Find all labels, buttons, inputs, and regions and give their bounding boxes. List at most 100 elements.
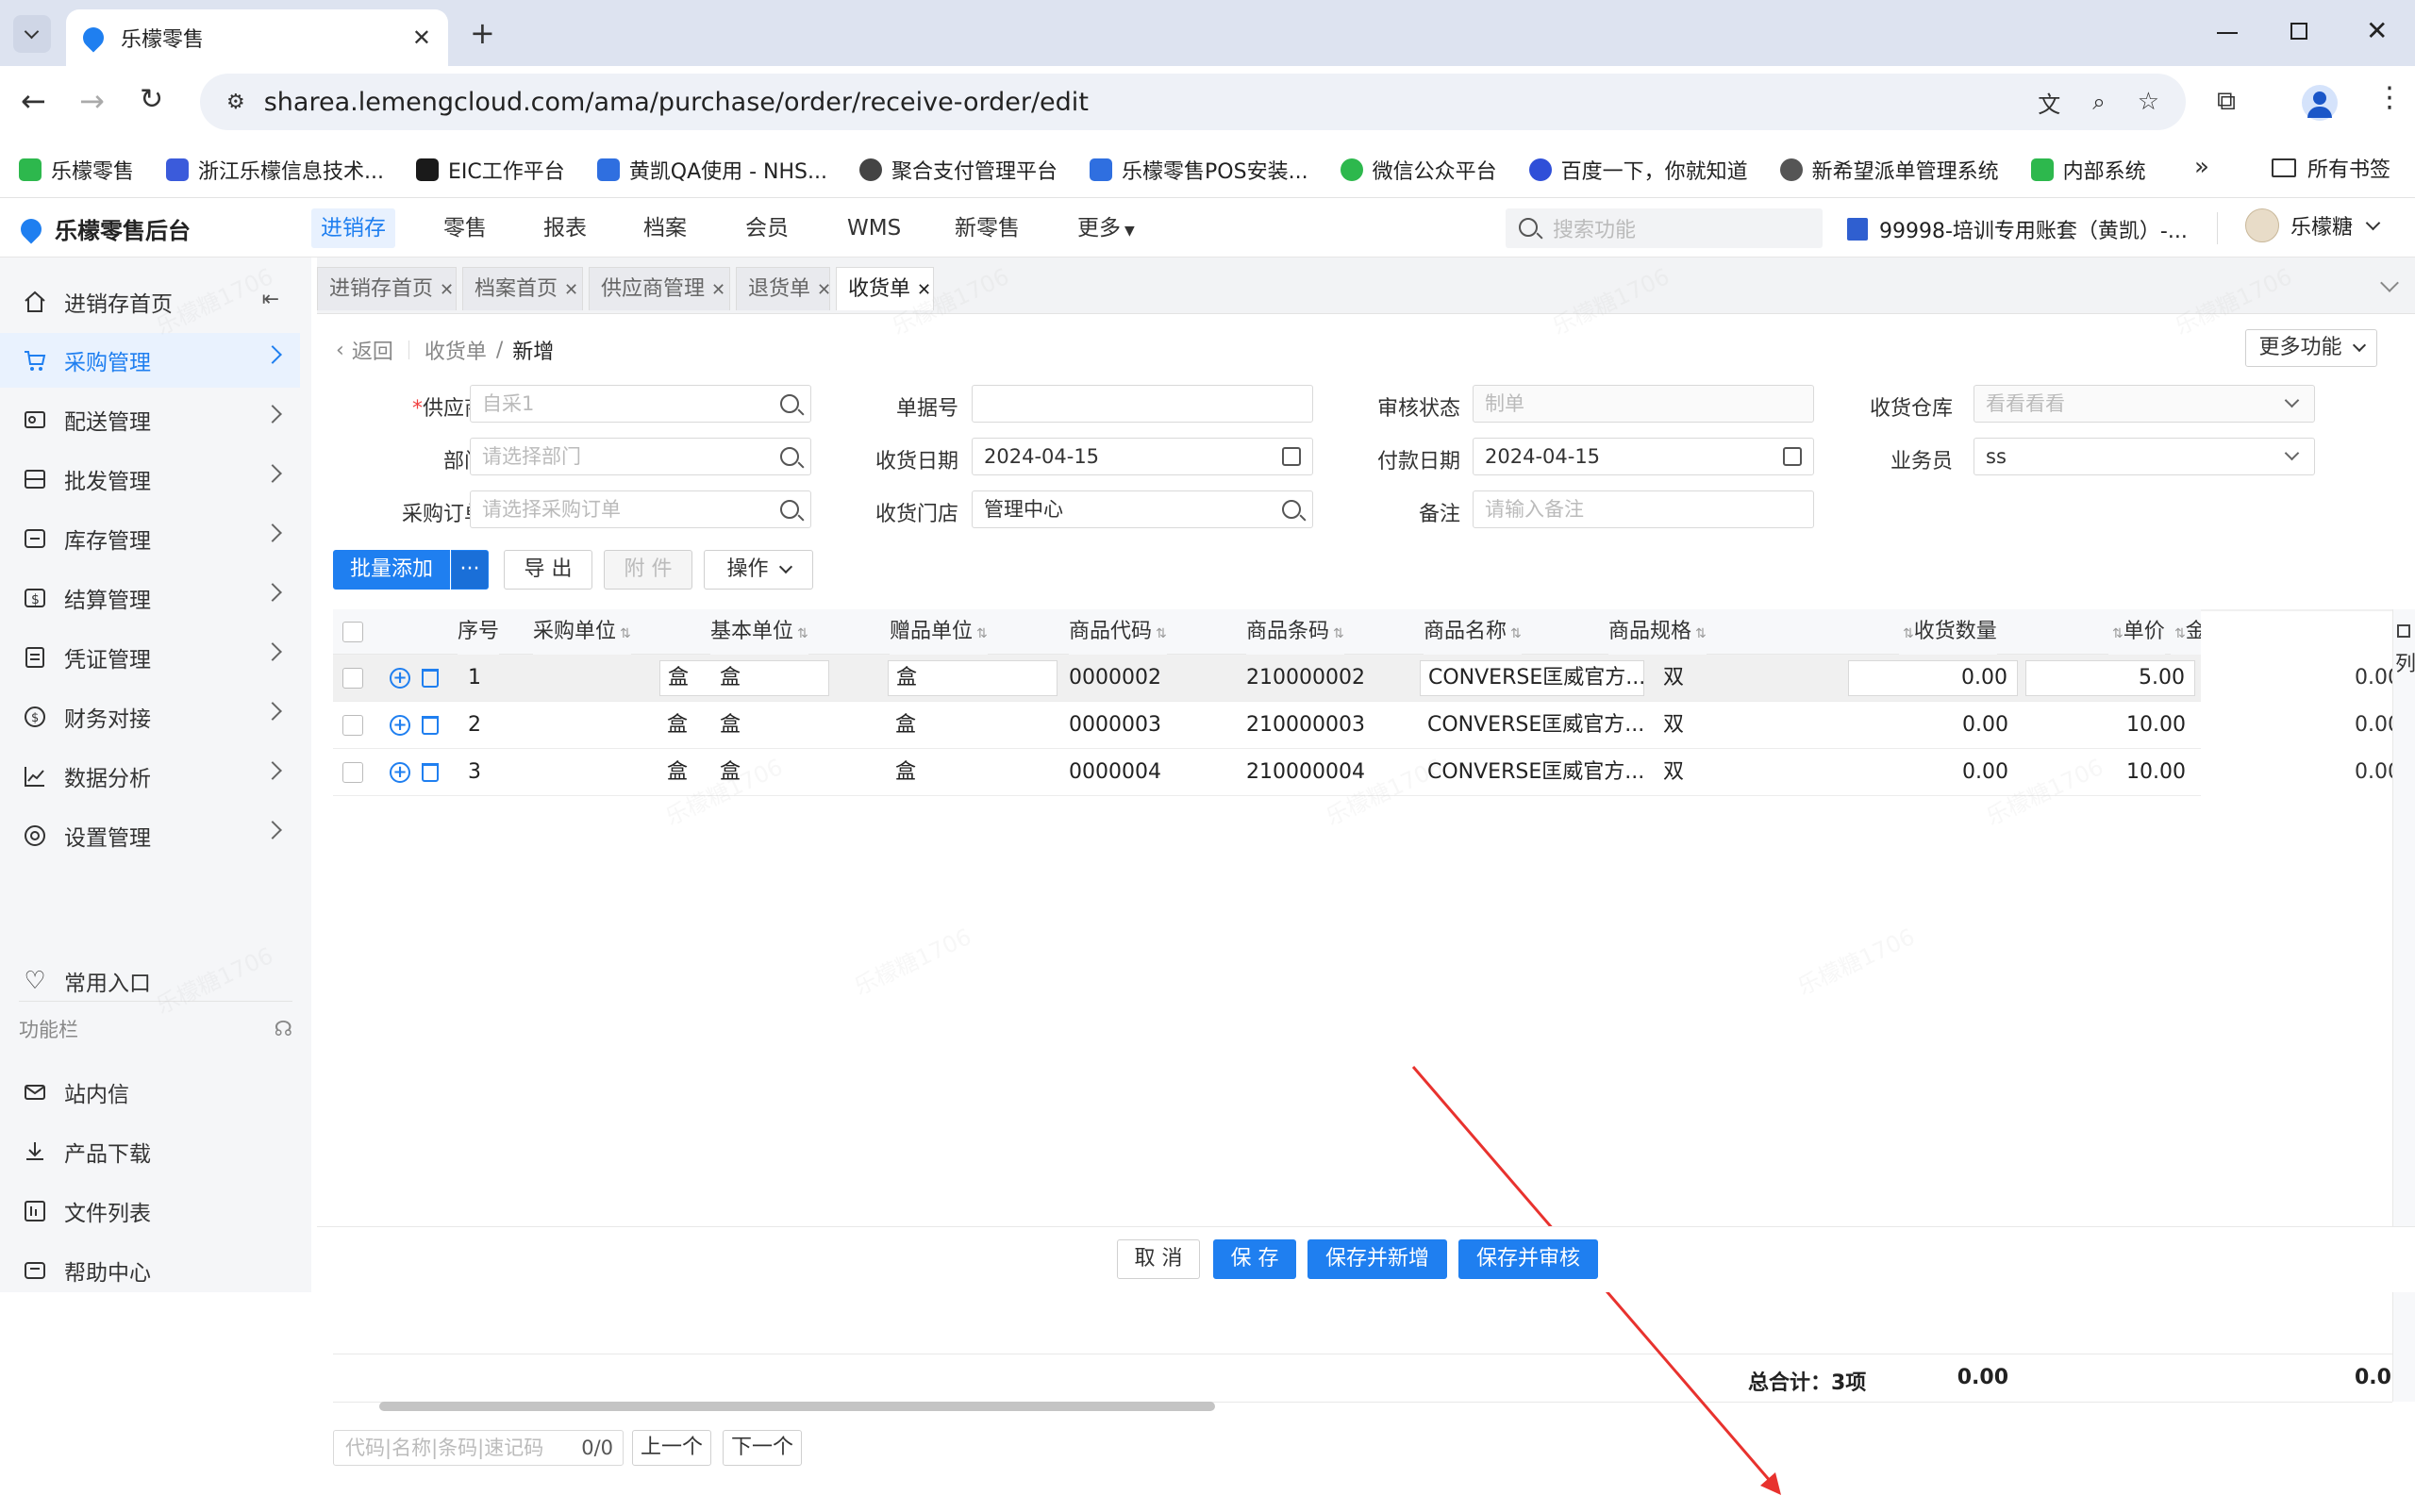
translate-icon[interactable]: 文 [2038,86,2060,119]
calendar-icon[interactable] [1282,447,1301,466]
store-field[interactable]: 管理中心 [972,490,1313,528]
nav-member[interactable]: 会员 [736,208,798,248]
browser-tab[interactable]: 乐檬零售 ✕ [66,9,448,66]
bookmark-item[interactable]: 浙江乐檬信息技术... [166,155,384,185]
all-bookmarks-folder[interactable]: 所有书签 [2272,153,2390,183]
new-tab-button[interactable]: + [470,15,495,51]
row-checkbox[interactable] [342,715,363,736]
select-all-checkbox[interactable] [342,622,363,642]
tab-return[interactable]: 退货单 ✕ [736,267,831,310]
nav-report[interactable]: 报表 [534,208,596,248]
col-gift-unit[interactable]: 赠品单位 ⇅ [890,609,988,655]
save-button[interactable]: 保 存 [1213,1239,1296,1279]
sidebar-item-home[interactable]: 进销存首页 ⇤ [0,274,300,329]
sort-icon[interactable]: ⇅ [1510,626,1522,641]
prev-match-button[interactable]: 上一个 [632,1430,711,1466]
sort-icon[interactable]: ⇅ [976,626,988,641]
headset-icon[interactable]: ☊ [274,1018,292,1041]
close-icon[interactable]: ✕ [564,280,578,300]
warehouse-select[interactable]: 看看看看 [1974,385,2315,423]
row-checkbox[interactable] [342,668,363,689]
column-setting-label[interactable]: 列 [2395,647,2415,677]
batch-add-button[interactable]: 批量添加 [333,550,450,590]
omnibox[interactable]: ⚙ sharea.lemengcloud.com/ama/purchase/or… [200,74,2186,130]
user-menu[interactable]: 乐檬糖 [2245,208,2381,242]
sidebar-item-download[interactable]: 产品下载 [0,1124,300,1179]
more-bookmarks-icon[interactable]: » [2194,153,2209,181]
nav-retail[interactable]: 零售 [434,208,496,248]
browser-menu-icon[interactable]: ⋮ [2375,81,2404,114]
cell-price-input[interactable]: 5.00 [2025,660,2195,696]
url-text[interactable]: sharea.lemengcloud.com/ama/purchase/orde… [264,88,2039,117]
add-row-icon[interactable]: + [390,715,410,736]
sort-icon[interactable]: ⇅ [2174,626,2186,641]
bookmark-item[interactable]: EIC工作平台 [416,155,565,185]
table-row[interactable]: + 1 盒 盒 盒 0000002 210000002 CONVERSE匡威官方… [333,655,2201,702]
cell-purchase-unit[interactable]: 盒 [659,660,829,696]
bookmark-item[interactable]: 内部系统 [2030,155,2146,185]
zoom-icon[interactable]: ⌕ [2092,89,2105,115]
remark-field[interactable]: 请输入备注 [1473,490,1814,528]
bookmark-item[interactable]: 微信公众平台 [1340,155,1497,185]
sort-icon[interactable]: ⇅ [1903,626,1914,641]
delete-row-icon[interactable] [422,763,439,782]
tab-dropdown-icon[interactable] [2380,274,2399,292]
close-window-button[interactable]: ✕ [2366,15,2388,46]
restore-button[interactable] [2290,23,2307,40]
search-icon[interactable] [780,447,799,466]
nav-more[interactable]: 更多 ▼ [1068,208,1144,248]
sort-icon[interactable]: ⇅ [620,626,631,641]
sort-icon[interactable]: ⇅ [1156,626,1167,641]
col-qty[interactable]: ⇅收货数量 [1899,609,1997,655]
close-icon[interactable]: ✕ [440,280,454,300]
breadcrumb-parent[interactable]: 收货单 [425,335,487,365]
sidebar-item-settlement[interactable]: $ 结算管理 [0,571,300,625]
bookmark-item[interactable]: 黄凯QA使用 - NHS... [596,155,827,185]
sidebar-item-settings[interactable]: 设置管理 [0,808,300,863]
po-field[interactable]: 请选择采购订单 [470,490,811,528]
sidebar-item-messages[interactable]: 站内信 [0,1065,300,1120]
batch-add-more-button[interactable]: ··· [451,550,489,590]
minimize-button[interactable] [2217,32,2238,34]
row-checkbox[interactable] [342,762,363,783]
sort-icon[interactable]: ⇅ [1695,626,1707,641]
pay-date-field[interactable]: 2024-04-15 [1473,438,1814,475]
export-button[interactable]: 导 出 [504,550,592,590]
tab-supplier[interactable]: 供应商管理 ✕ [589,267,730,310]
col-barcode[interactable]: 商品条码 ⇅ [1246,609,1344,655]
bookmark-item[interactable]: 聚合支付管理平台 [859,155,1058,185]
bookmark-item[interactable]: 乐檬零售 [19,155,134,185]
col-base-unit[interactable]: 基本单位 ⇅ [710,609,808,655]
profile-avatar-icon[interactable] [2302,85,2338,121]
back-arrow-icon[interactable]: ← [21,83,46,119]
app-logo[interactable]: 乐檬零售后台 [16,212,191,245]
cell-name[interactable]: CONVERSE匡威官方... [1420,660,1644,696]
col-purchase-unit[interactable]: 采购单位 ⇅ [533,609,631,655]
calendar-icon[interactable] [1783,447,1802,466]
function-search[interactable]: 搜索功能 [1506,208,1823,248]
account-selector[interactable]: 99998-培训专用账套（黄凯）-... [1847,214,2188,244]
save-and-audit-button[interactable]: 保存并审核 [1458,1239,1598,1279]
sidebar-item-analysis[interactable]: 数据分析 [0,749,300,804]
bookmark-item[interactable]: 乐檬零售POS安装... [1090,155,1308,185]
cancel-button[interactable]: 取 消 [1117,1239,1200,1279]
table-row[interactable]: + 3 盒 盒 盒 0000004 210000004 CONVERSE匡威官方… [333,749,2201,796]
sort-icon[interactable]: ⇅ [1333,626,1344,641]
add-row-icon[interactable]: + [390,762,410,783]
bookmark-item[interactable]: 新希望派单管理系统 [1779,155,1999,185]
bookmark-item[interactable]: 百度一下，你就知道 [1528,155,1748,185]
operations-button[interactable]: 操作 [704,550,813,590]
tab-search-button[interactable] [13,15,51,53]
horizontal-scrollbar[interactable] [379,1402,1215,1411]
add-row-icon[interactable]: + [390,668,410,689]
cell-gift-unit[interactable]: 盒 [888,660,1058,696]
sidebar-item-voucher[interactable]: 凭证管理 [0,630,300,685]
delete-row-icon[interactable] [422,716,439,735]
recv-date-field[interactable]: 2024-04-15 [972,438,1313,475]
sidebar-item-finance[interactable]: $ 财务对接 [0,690,300,744]
search-icon[interactable] [780,394,799,413]
search-icon[interactable] [780,500,799,519]
dept-field[interactable]: 请选择部门 [470,438,811,475]
back-link[interactable]: 返回 [352,335,393,365]
cell-qty-input[interactable]: 0.00 [1848,660,2018,696]
